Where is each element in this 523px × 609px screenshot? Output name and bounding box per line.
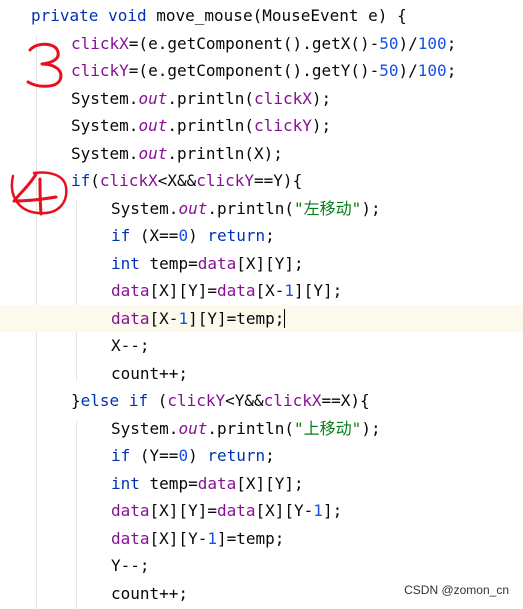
code-line[interactable]: data[X][Y]=data[X][Y-1]; xyxy=(0,497,523,525)
code-line[interactable]: clickY=(e.getComponent().getY()-50)/100; xyxy=(0,57,523,85)
code-text: count++; xyxy=(111,363,189,383)
code-line[interactable]: X--; xyxy=(0,332,523,360)
code-text: count++; xyxy=(111,583,189,603)
code-line[interactable]: System.out.println("左移动"); xyxy=(0,195,523,223)
code-line[interactable]: data[X][Y-1]=temp; xyxy=(0,525,523,553)
code-text: clickY=(e.getComponent().getY()-50)/100; xyxy=(71,61,457,80)
code-line-current[interactable]: data[X-1][Y]=temp; xyxy=(0,304,523,332)
code-text: if(clickX<X&&clickY==Y){ xyxy=(71,171,303,190)
code-line[interactable]: System.out.println(clickX); xyxy=(0,85,523,113)
text-cursor xyxy=(284,308,286,328)
code-text: System.out.println(X); xyxy=(71,143,283,163)
code-text: data[X][Y-1]=temp; xyxy=(111,528,285,548)
code-line[interactable]: if (X==0) return; xyxy=(0,222,523,250)
code-line[interactable]: System.out.println("上移动"); xyxy=(0,415,523,443)
code-line[interactable]: int temp=data[X][Y]; xyxy=(0,470,523,498)
code-line[interactable]: }else if (clickY<Y&&clickX==X){ xyxy=(0,387,523,415)
code-text: Y--; xyxy=(111,556,150,575)
code-editor[interactable]: private void move_mouse(MouseEvent e) { c… xyxy=(0,0,523,609)
code-text: X--; xyxy=(111,336,150,355)
code-text: data[X-1][Y]=temp; xyxy=(111,308,286,328)
handwritten-annotation-3 xyxy=(26,42,63,88)
code-text: System.out.println(clickX); xyxy=(71,88,332,108)
code-line[interactable]: int temp=data[X][Y]; xyxy=(0,250,523,278)
code-text: data[X][Y]=data[X-1][Y]; xyxy=(111,281,343,300)
code-text: }else if (clickY<Y&&clickX==X){ xyxy=(71,391,370,410)
code-text: System.out.println("左移动"); xyxy=(111,198,381,218)
code-text: clickX=(e.getComponent().getX()-50)/100; xyxy=(71,33,457,53)
code-text: if (X==0) return; xyxy=(111,226,275,245)
handwritten-annotation-4 xyxy=(10,171,68,216)
code-text: int temp=data[X][Y]; xyxy=(111,253,304,273)
code-line[interactable]: System.out.println(clickY); xyxy=(0,112,523,140)
watermark: CSDN @zomon_cn xyxy=(404,583,509,597)
code-line[interactable]: if (Y==0) return; xyxy=(0,442,523,470)
code-text: if (Y==0) return; xyxy=(111,446,275,465)
code-text: data[X][Y]=data[X][Y-1]; xyxy=(111,501,343,520)
code-text: int temp=data[X][Y]; xyxy=(111,473,304,493)
code-line[interactable]: clickX=(e.getComponent().getX()-50)/100; xyxy=(0,30,523,58)
code-line[interactable]: private void move_mouse(MouseEvent e) { xyxy=(0,2,523,30)
code-line[interactable]: count++; xyxy=(0,360,523,388)
code-text: System.out.println(clickY); xyxy=(71,116,332,135)
code-line[interactable]: Y--; xyxy=(0,552,523,580)
code-line[interactable]: if(clickX<X&&clickY==Y){ xyxy=(0,167,523,195)
code-line[interactable]: System.out.println(X); xyxy=(0,140,523,168)
code-text: System.out.println("上移动"); xyxy=(111,418,381,438)
code-line[interactable]: data[X][Y]=data[X-1][Y]; xyxy=(0,277,523,305)
code-text: private void move_mouse(MouseEvent e) { xyxy=(31,6,407,25)
